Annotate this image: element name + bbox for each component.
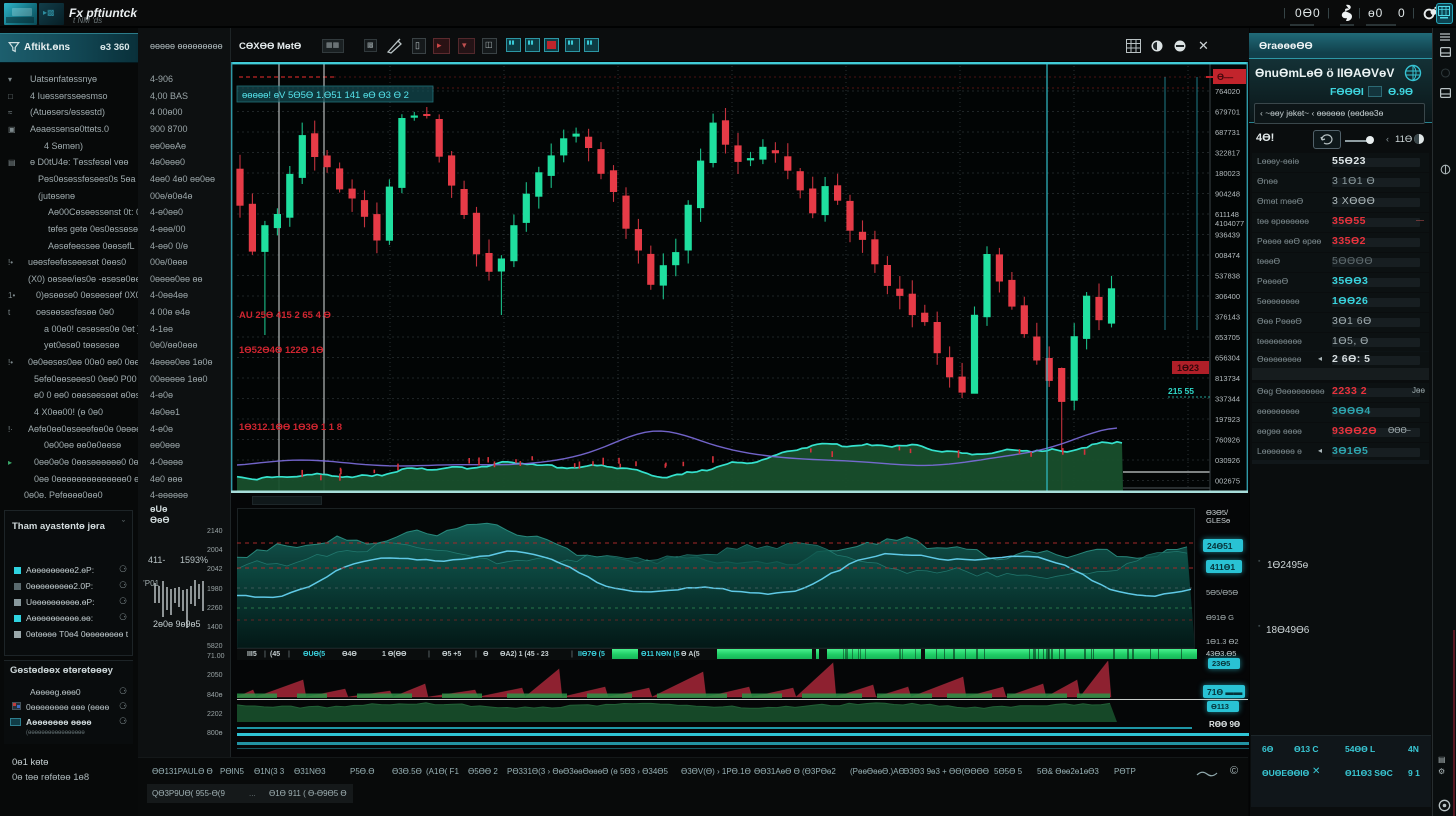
svg-text:1Ө23: 1Ө23 [1177, 363, 1199, 373]
svg-text:002675: 002675 [1215, 477, 1240, 486]
svg-text:306400: 306400 [1215, 292, 1240, 301]
svg-text:687731: 687731 [1215, 128, 1240, 137]
svg-text:180023: 180023 [1215, 169, 1240, 178]
svg-text:4104077: 4104077 [1215, 219, 1244, 228]
svg-text:537838: 537838 [1215, 272, 1240, 281]
svg-text:376143: 376143 [1215, 313, 1240, 322]
svg-text:1Ө52Ө4Ө 122Ө 1Ө: 1Ө52Ө4Ө 122Ө 1Ө [239, 345, 324, 356]
svg-text:322817: 322817 [1215, 149, 1240, 158]
svg-text:030926: 030926 [1215, 456, 1240, 465]
svg-text:904248: 904248 [1215, 190, 1240, 199]
svg-text:653705: 653705 [1215, 333, 1240, 342]
svg-text:936439: 936439 [1215, 231, 1240, 240]
svg-text:813734: 813734 [1215, 374, 1240, 383]
svg-text:679701: 679701 [1215, 108, 1240, 117]
svg-text:197923: 197923 [1215, 415, 1240, 424]
svg-text:611148: 611148 [1215, 210, 1239, 219]
svg-text:760926: 760926 [1215, 436, 1240, 445]
svg-text:215 55: 215 55 [1168, 386, 1194, 396]
svg-text:өөөөө! өV 5Ө5Ө 1.Ө51 141 өӨ Ө3: өөөөө! өV 5Ө5Ө 1.Ө51 141 өӨ Ө3 Ө 2 [242, 90, 409, 101]
svg-text:AU 25Ө 415 2 65 4 Ө: AU 25Ө 415 2 65 4 Ө [239, 310, 331, 321]
svg-text:Ө⎯⎯: Ө⎯⎯ [1217, 72, 1234, 82]
svg-text:008474: 008474 [1215, 251, 1240, 260]
svg-text:764020: 764020 [1215, 87, 1240, 96]
svg-text:337344: 337344 [1215, 395, 1240, 404]
svg-text:656304: 656304 [1215, 354, 1240, 363]
svg-text:1Ө312.1ӨӨ 1Ө3Ө 1 1 8: 1Ө312.1ӨӨ 1Ө3Ө 1 1 8 [239, 422, 342, 433]
